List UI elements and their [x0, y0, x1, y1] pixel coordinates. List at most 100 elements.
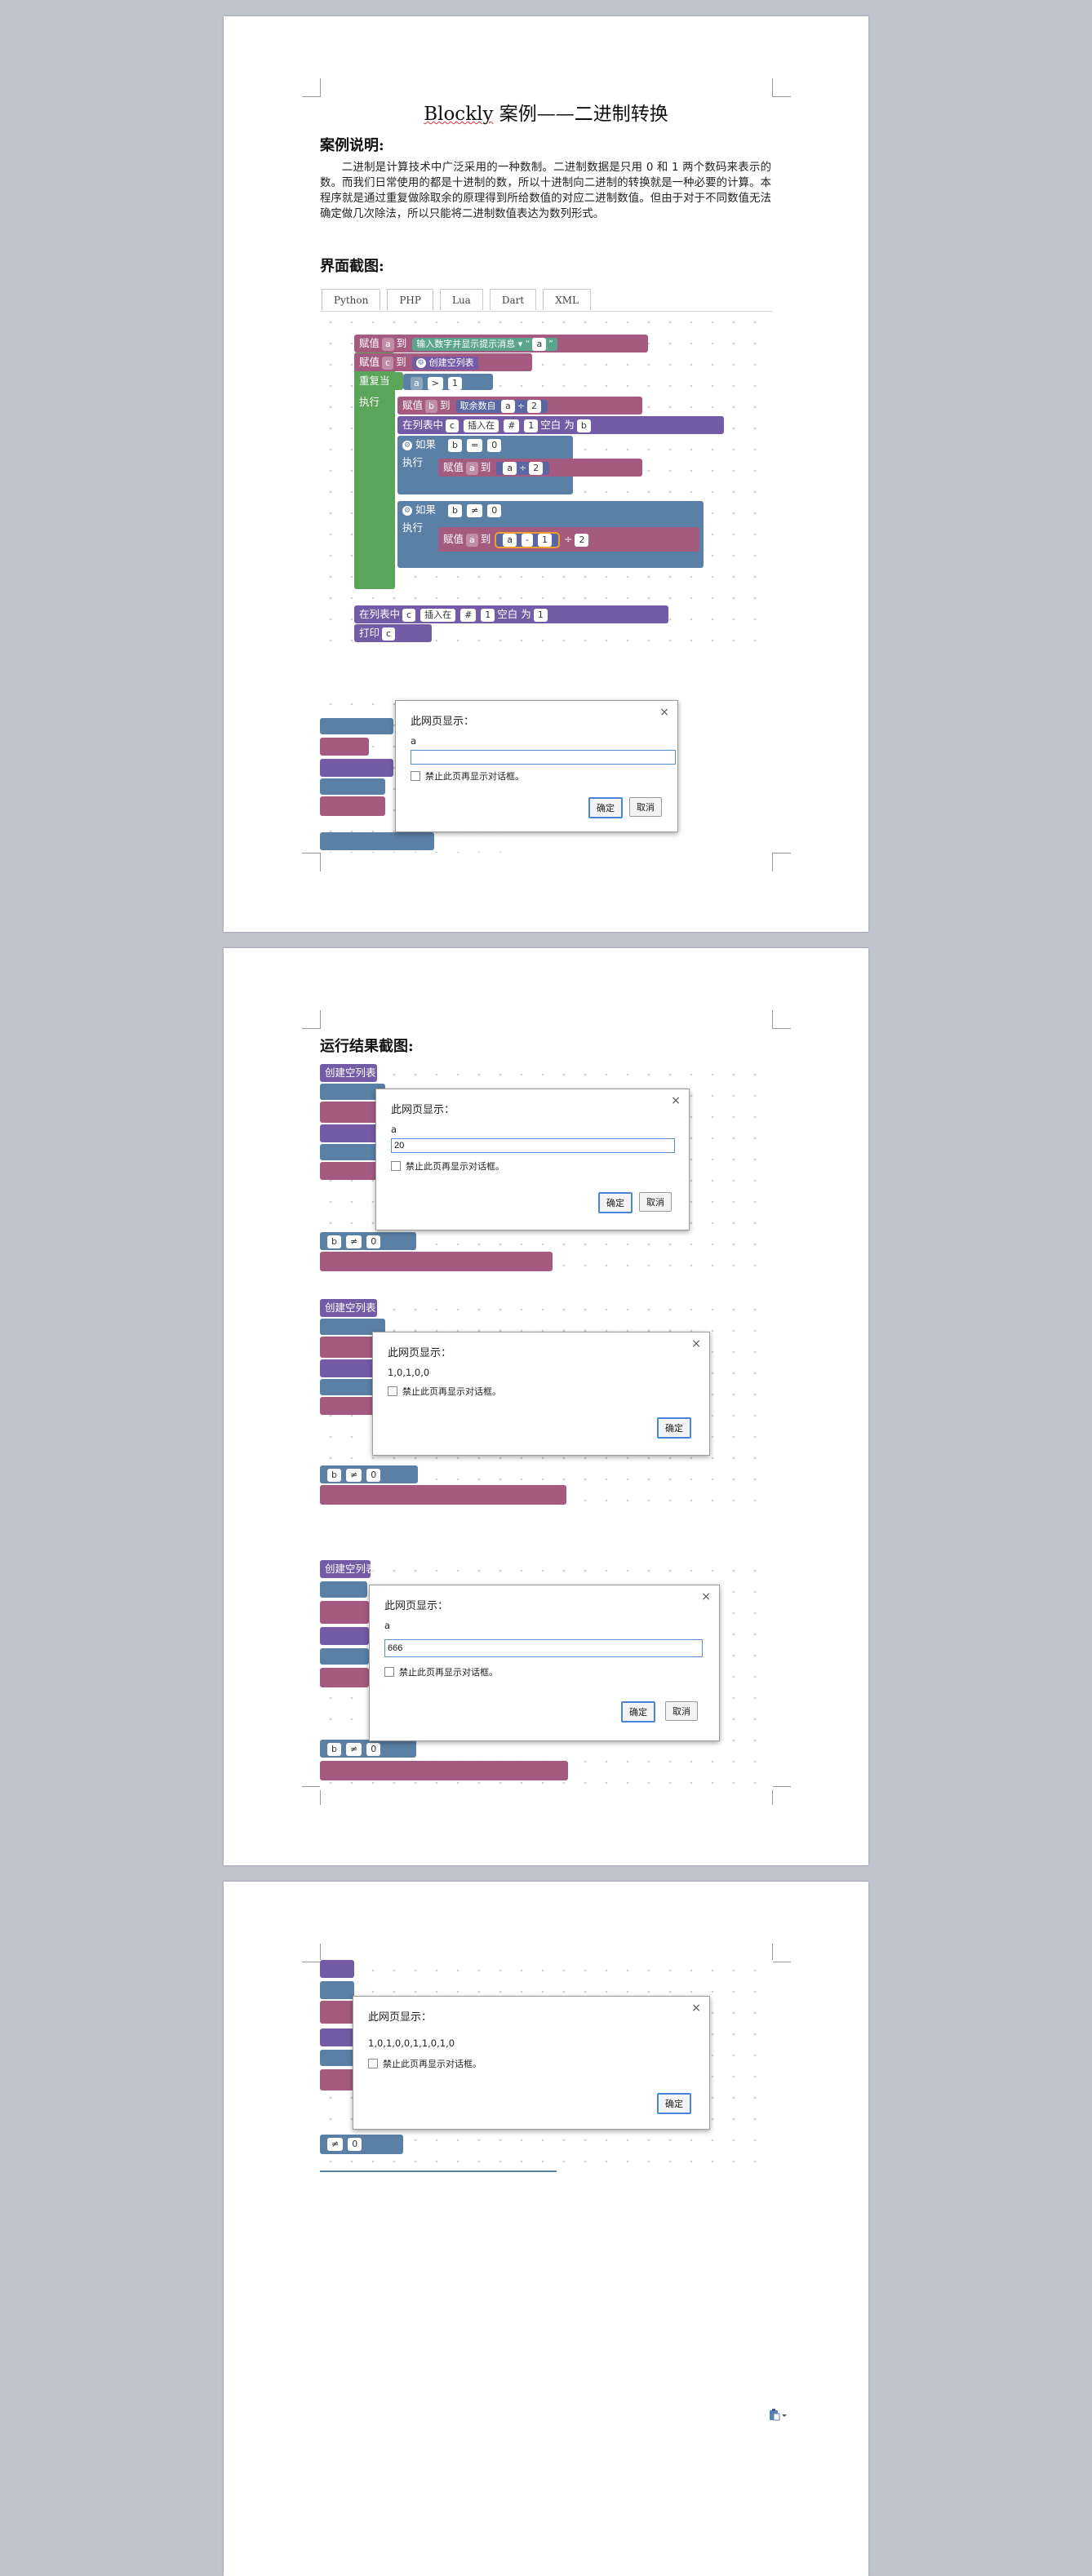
create-list-block[interactable]: ⚙ 创建空列表 — [411, 356, 478, 370]
var-a-slot[interactable]: a — [382, 337, 394, 351]
number-slot[interactable]: 1 — [524, 419, 539, 432]
var-a-slot[interactable]: a — [466, 461, 478, 475]
number-slot[interactable]: 1 — [481, 608, 495, 622]
dialog-input[interactable] — [391, 1138, 675, 1153]
tab-xml[interactable]: XML — [543, 289, 591, 310]
number-slot[interactable]: 1 — [447, 376, 462, 390]
clipboard-icon[interactable] — [769, 2409, 787, 2425]
print-block[interactable]: 打印 c — [354, 624, 432, 642]
var-b-slot[interactable]: b — [576, 419, 591, 432]
var-a-slot[interactable]: a — [466, 533, 478, 547]
number-slot[interactable]: 0 — [487, 503, 502, 517]
close-icon[interactable]: × — [691, 2002, 701, 2015]
var-a-slot[interactable]: a — [503, 533, 517, 547]
page-corner-mark — [772, 1944, 791, 1962]
do-label: 执行 — [359, 396, 380, 408]
suppress-checkbox[interactable]: 禁止此页再显示对话框。 — [368, 2057, 482, 2070]
operator-gt[interactable]: > — [427, 376, 443, 390]
cancel-button[interactable]: 取消 — [665, 1701, 698, 1721]
tab-lua[interactable]: Lua — [439, 289, 483, 310]
checkbox-box[interactable] — [388, 1386, 397, 1396]
divide-block[interactable]: a ÷ 2 — [496, 461, 550, 475]
assign-c-block[interactable]: 赋值 c 到 ⚙ 创建空列表 — [354, 353, 532, 371]
block-fragment — [320, 1162, 377, 1180]
suppress-checkbox[interactable]: 禁止此页再显示对话框。 — [411, 769, 524, 783]
tab-python[interactable]: Python — [322, 289, 381, 310]
blockly-workspace[interactable]: 赋值 a 到 输入数字并显示提示消息 ▾ “a” 赋值 c 到 ⚙ 创建空列表 重复当 a… — [320, 312, 773, 654]
document-page-1: Blockly 案例——二进制转换 案例说明: 二进制是计算技术中广泛采用的一种… — [224, 16, 868, 932]
compare-eq-block[interactable]: b = 0 — [442, 438, 508, 452]
do-label: 执行 — [402, 456, 424, 468]
number-slot[interactable]: 1 — [533, 608, 548, 622]
assign-a-block[interactable]: 赋值 a 到 输入数字并显示提示消息 ▾ “a” — [354, 335, 648, 352]
gear-icon[interactable]: ⚙ — [402, 440, 412, 450]
block-label: 赋值 — [359, 337, 380, 349]
number-slot[interactable]: 0 — [487, 438, 502, 452]
insert-list-block[interactable]: 在列表中 c 插入在 #1 空白 为b — [397, 416, 724, 434]
close-icon[interactable]: × — [691, 1337, 701, 1350]
assign-a-divide-block[interactable]: 赋值 a 到 a ÷ 2 — [438, 459, 642, 477]
ok-button[interactable]: 确定 — [588, 797, 623, 818]
minus-block[interactable]: a-1 — [495, 531, 560, 548]
compare-neq-block[interactable]: b ≠ 0 — [442, 503, 508, 517]
var-c-slot[interactable]: c — [382, 627, 396, 641]
var-c-slot[interactable]: c — [402, 608, 416, 622]
insert-at-dropdown[interactable]: 插入在 — [464, 419, 499, 432]
checkbox-label: 禁止此页再显示对话框。 — [383, 2059, 482, 2069]
cancel-button[interactable]: 取消 — [639, 1192, 672, 1212]
hash-dropdown[interactable]: # — [460, 608, 477, 622]
assign-a-minus-block[interactable]: 赋值 a 到 a-1 ÷ 2 — [438, 527, 699, 552]
block-fragment: ≠ 0 — [320, 2135, 403, 2154]
operator-minus[interactable]: - — [522, 533, 533, 547]
var-a-slot[interactable]: a — [411, 376, 423, 390]
checkbox-box[interactable] — [368, 2059, 378, 2068]
var-c-slot[interactable]: c — [382, 356, 394, 370]
tab-dart[interactable]: Dart — [489, 289, 537, 310]
block-label: 赋值 — [402, 399, 424, 411]
assign-b-remainder-block[interactable]: 赋值 b 到 取余数自 a ÷ 2 — [397, 397, 642, 415]
repeat-while-header[interactable]: 重复当 — [354, 372, 403, 390]
number-slot[interactable]: 2 — [529, 461, 544, 475]
number-slot[interactable]: 2 — [526, 399, 541, 413]
checkbox-box[interactable] — [391, 1161, 401, 1171]
checkbox-box[interactable] — [384, 1667, 394, 1677]
var-c-slot[interactable]: c — [446, 419, 459, 432]
dialog-input[interactable] — [384, 1639, 703, 1657]
close-icon[interactable]: × — [701, 1590, 711, 1603]
insert-list-end-block[interactable]: 在列表中 c 插入在 #1 空白 为1 — [354, 605, 668, 623]
do-label-wrap: 执行 — [354, 393, 395, 411]
var-a-slot[interactable]: a — [501, 399, 515, 413]
checkbox-label: 禁止此页再显示对话框。 — [399, 1667, 498, 1678]
operator-eq[interactable]: = — [466, 438, 483, 452]
suppress-checkbox[interactable]: 禁止此页再显示对话框。 — [388, 1385, 501, 1398]
ok-button[interactable]: 确定 — [657, 1417, 691, 1439]
cancel-button[interactable]: 取消 — [629, 797, 662, 817]
gear-icon[interactable]: ⚙ — [415, 357, 426, 368]
tab-php[interactable]: PHP — [387, 289, 433, 310]
close-icon[interactable]: × — [671, 1094, 681, 1107]
clipboard-icon-svg — [770, 2409, 787, 2421]
close-icon[interactable]: × — [659, 706, 669, 719]
gear-icon[interactable]: ⚙ — [402, 505, 412, 516]
prompt-string-a[interactable]: a — [532, 337, 547, 351]
suppress-checkbox[interactable]: 禁止此页再显示对话框。 — [391, 1159, 504, 1173]
ok-button[interactable]: 确定 — [598, 1192, 633, 1213]
prompt-block[interactable]: 输入数字并显示提示消息 ▾ “a” — [412, 337, 557, 351]
remainder-block[interactable]: 取余数自 a ÷ 2 — [455, 399, 548, 413]
var-b-slot[interactable]: b — [425, 399, 437, 413]
var-b-slot[interactable]: b — [448, 503, 462, 517]
var-a-slot[interactable]: a — [503, 461, 517, 475]
var-b-slot[interactable]: b — [448, 438, 462, 452]
suppress-checkbox[interactable]: 禁止此页再显示对话框。 — [384, 1665, 498, 1678]
compare-gt-block[interactable]: a >1 — [403, 374, 493, 390]
number-slot[interactable]: 2 — [575, 533, 589, 547]
block-fragment — [320, 1581, 367, 1598]
operator-neq[interactable]: ≠ — [466, 503, 483, 517]
number-slot[interactable]: 1 — [538, 533, 552, 547]
checkbox-box[interactable] — [411, 771, 420, 781]
dialog-input[interactable] — [411, 750, 676, 765]
ok-button[interactable]: 确定 — [657, 2093, 691, 2114]
hash-dropdown[interactable]: # — [504, 419, 520, 432]
insert-at-dropdown[interactable]: 插入在 — [420, 608, 456, 622]
ok-button[interactable]: 确定 — [621, 1701, 655, 1723]
